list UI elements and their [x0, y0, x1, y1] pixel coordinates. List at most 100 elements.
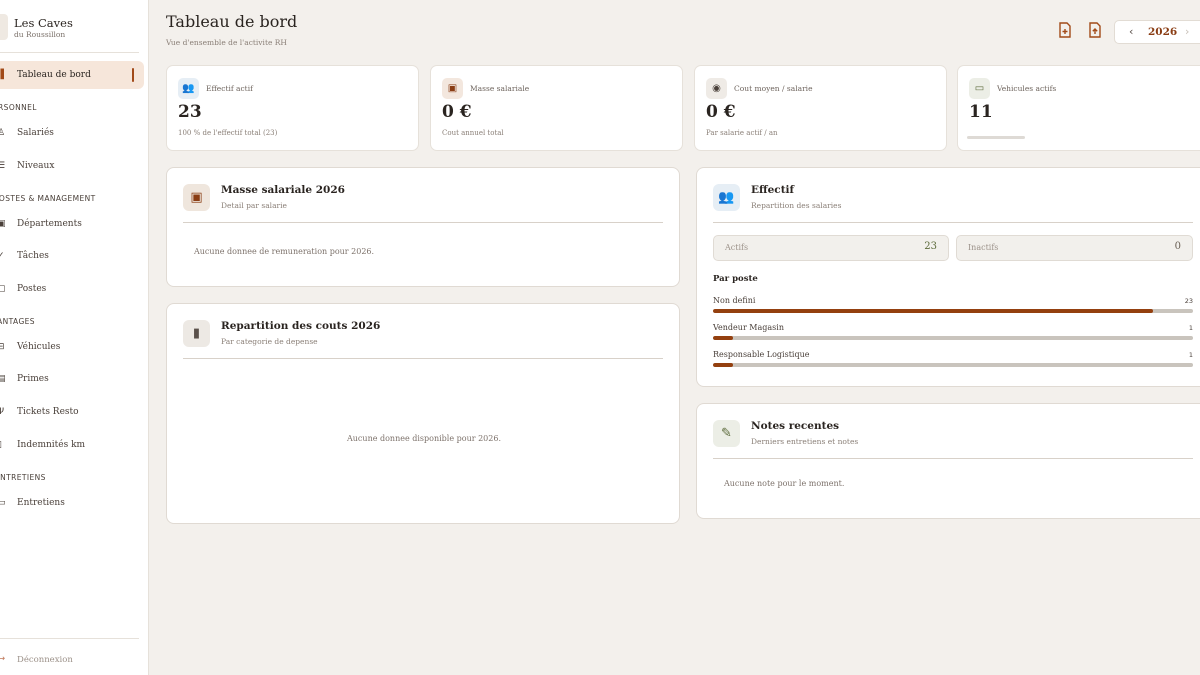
sidebar-item-departements[interactable]: ▣ Départements [0, 215, 148, 235]
section-title-entretiens: ENTRETIENS [0, 473, 46, 482]
divider [0, 52, 139, 53]
sidebar-item-entretiens[interactable]: ▭ Entretiens [0, 494, 148, 514]
sidebar-item-label: Tableau de bord [17, 70, 91, 80]
sidebar-item-label: Véhicules [17, 342, 61, 352]
divider [183, 222, 663, 223]
users-icon: 👥 [178, 78, 199, 99]
kpi-value: 0 € [706, 102, 736, 122]
panel-title: Effectif [751, 184, 795, 196]
dashboard-icon: ▐ [0, 70, 5, 80]
levels-icon: ☰ [0, 161, 5, 171]
fuel-icon: ▯ [0, 440, 5, 450]
kpi-card-vehicules: ▭ Vehicules actifs 11 [957, 65, 1200, 151]
kpi-sub: Par salarie actif / an [706, 129, 778, 137]
poste-row: Vendeur Magasin 1 [713, 323, 1193, 343]
brand-logo [0, 14, 8, 40]
logout-icon: → [0, 654, 5, 664]
progress-fill [713, 336, 734, 340]
import-button[interactable] [1086, 22, 1104, 40]
divider [0, 638, 139, 639]
panel-subtitle: Par categorie de depense [221, 337, 318, 346]
user-icon: ♙ [0, 128, 5, 138]
sidebar-item-primes[interactable]: ▤ Primes [0, 370, 148, 390]
section-title-postes: POSTES & MANAGEMENT [0, 194, 96, 203]
car-icon: ▭ [969, 78, 990, 99]
panel-subtitle: Detail par salarie [221, 201, 287, 210]
stat-value: 0 [1174, 241, 1181, 252]
kpi-value: 11 [969, 102, 993, 122]
sidebar-item-dashboard[interactable]: ▐ Tableau de bord [0, 66, 148, 86]
kpi-card-effectif: 👥 Effectif actif 23 100 % de l'effectif … [166, 65, 419, 151]
brand[interactable]: Les Caves du Roussillon [0, 10, 148, 46]
page-subtitle: Vue d'ensemble de l'activite RH [166, 38, 287, 47]
kpi-label: Effectif actif [206, 84, 253, 93]
sidebar-item-indemnites-km[interactable]: ▯ Indemnités km [0, 436, 148, 456]
panel-title: Notes recentes [751, 420, 840, 432]
sidebar-item-label: Tâches [17, 251, 49, 261]
sidebar-item-vehicules[interactable]: ⊟ Véhicules [0, 338, 148, 358]
sidebar-item-label: Niveaux [17, 161, 55, 171]
export-button[interactable] [1056, 22, 1074, 40]
gift-icon: ▤ [0, 374, 6, 384]
section-title-personnel: PERSONNEL [0, 103, 37, 112]
briefcase-icon: ▢ [0, 284, 6, 294]
person-icon: ◉ [706, 78, 727, 99]
poste-count: 1 [1188, 324, 1193, 332]
empty-message: Aucune note pour le moment. [724, 479, 845, 488]
car-icon: ⊟ [0, 342, 5, 352]
panel-effectif: 👥 Effectif Repartition des salaries Acti… [696, 167, 1200, 387]
wallet-icon: ▣ [442, 78, 463, 99]
year-value: 2026 [1148, 26, 1178, 38]
empty-message: Aucune donnee disponible pour 2026. [347, 434, 501, 443]
poste-count: 1 [1188, 351, 1193, 359]
kpi-card-masse: ▣ Masse salariale 0 € Cout annuel total [430, 65, 683, 151]
sidebar-item-tickets-resto[interactable]: Ψ Tickets Resto [0, 403, 148, 423]
sidebar-item-label: Primes [17, 374, 49, 384]
stat-actifs: Actifs 23 [713, 235, 949, 261]
sidebar-item-label: Départements [17, 219, 82, 229]
stat-value: 23 [924, 241, 937, 252]
poste-row: Non defini 23 [713, 296, 1193, 316]
panel-repartition-couts: ▮ Repartition des couts 2026 Par categor… [166, 303, 680, 524]
divider [183, 358, 663, 359]
brand-subtitle: du Roussillon [14, 30, 66, 39]
kpi-underline [967, 136, 1025, 139]
kpi-card-cout-moyen: ◉ Cout moyen / salarie 0 € Par salarie a… [694, 65, 947, 151]
sidebar-item-taches[interactable]: ✓ Tâches [0, 247, 148, 267]
panel-subtitle: Derniers entretiens et notes [751, 437, 859, 446]
tasks-icon: ✓ [0, 251, 5, 261]
sidebar-item-label: Entretiens [17, 498, 65, 508]
poste-label: Vendeur Magasin [713, 323, 784, 332]
divider [713, 458, 1193, 459]
kpi-sub: 100 % de l'effectif total (23) [178, 129, 278, 137]
progress-track [713, 336, 1193, 340]
chevron-right-icon[interactable]: › [1185, 25, 1189, 38]
poste-count: 23 [1184, 297, 1193, 305]
users-icon: 👥 [713, 184, 740, 211]
panel-notes-recentes: ✎ Notes recentes Derniers entretiens et … [696, 403, 1200, 519]
progress-track [713, 309, 1193, 313]
by-poste-title: Par poste [713, 274, 758, 284]
poste-label: Non defini [713, 296, 756, 305]
empty-message: Aucune donnee de remuneration pour 2026. [194, 247, 375, 256]
year-selector[interactable]: ‹ 2026 › [1114, 20, 1200, 44]
panel-masse-salariale: ▣ Masse salariale 2026 Detail par salari… [166, 167, 680, 287]
poste-label: Responsable Logistique [713, 350, 810, 359]
kpi-value: 0 € [442, 102, 472, 122]
chevron-left-icon[interactable]: ‹ [1129, 25, 1133, 38]
poste-row: Responsable Logistique 1 [713, 350, 1193, 370]
file-upload-icon [1089, 22, 1101, 38]
progress-fill [713, 309, 1154, 313]
sidebar-item-label: Indemnités km [17, 440, 86, 450]
kpi-label: Vehicules actifs [997, 84, 1057, 93]
bar-chart-icon: ▮ [183, 320, 210, 347]
sidebar-item-postes[interactable]: ▢ Postes [0, 280, 148, 300]
panel-title: Masse salariale 2026 [221, 184, 345, 196]
panel-subtitle: Repartition des salaries [751, 201, 842, 210]
sidebar-item-niveaux[interactable]: ☰ Niveaux [0, 157, 148, 177]
file-export-icon [1059, 22, 1071, 38]
note-icon: ✎ [713, 420, 740, 447]
kpi-sub: Cout annuel total [442, 129, 504, 137]
logout-label: Déconnexion [17, 655, 73, 665]
sidebar-item-salaries[interactable]: ♙ Salariés [0, 124, 148, 144]
